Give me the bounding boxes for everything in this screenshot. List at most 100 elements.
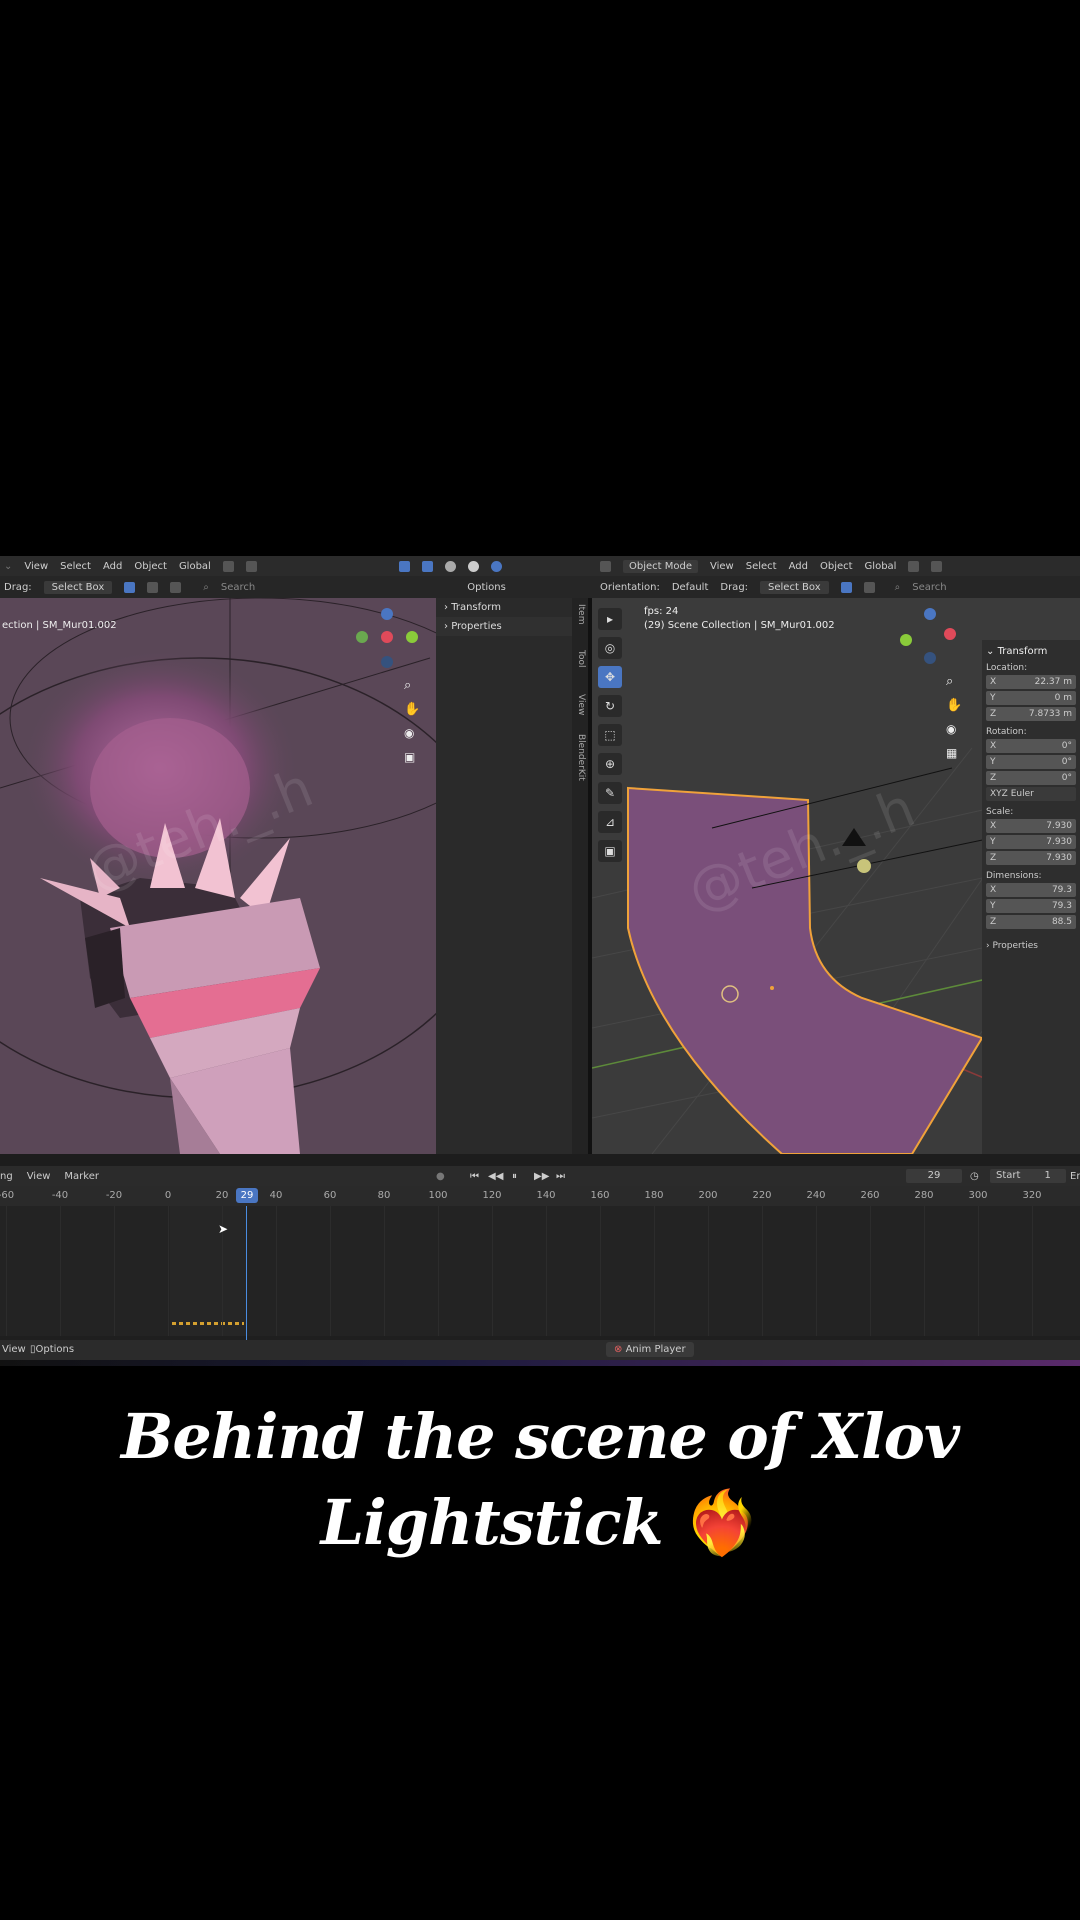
- cursor-tool-icon[interactable]: ◎: [598, 637, 622, 659]
- filter-icon[interactable]: [863, 581, 875, 593]
- filter-icon[interactable]: [147, 581, 159, 593]
- tab-view[interactable]: View: [576, 694, 586, 715]
- move-tool-icon[interactable]: ✥: [598, 666, 622, 688]
- shading-rendered-icon[interactable]: [490, 560, 502, 572]
- search-input[interactable]: Search: [912, 582, 946, 593]
- tab-item[interactable]: Item: [576, 604, 586, 625]
- annotate-tool-icon[interactable]: ✎: [598, 782, 622, 804]
- gizmo-z-icon[interactable]: [381, 608, 393, 620]
- gizmo-y-neg-icon[interactable]: [356, 631, 368, 643]
- rotation-mode-dropdown[interactable]: XYZ Euler: [986, 787, 1076, 801]
- tab-tool[interactable]: Tool: [576, 650, 586, 667]
- grid-icon[interactable]: ▦: [946, 746, 957, 760]
- keyframe-area[interactable]: [0, 1206, 1080, 1336]
- transform-orientation-dropdown[interactable]: Global: [179, 561, 211, 572]
- rotation-x-field[interactable]: X 0°: [986, 739, 1076, 753]
- orientation-dropdown[interactable]: Default: [672, 582, 709, 593]
- camera-icon[interactable]: ◉: [946, 722, 956, 736]
- pause-icon[interactable]: ⏸: [512, 1171, 517, 1182]
- overlay-toggle-icon[interactable]: [421, 560, 433, 572]
- scale-tool-icon[interactable]: ⬚: [598, 724, 622, 746]
- panel-properties[interactable]: › Properties: [436, 617, 576, 636]
- drag-select-box-dropdown[interactable]: Select Box: [43, 580, 113, 594]
- menu-select[interactable]: Select: [60, 561, 91, 572]
- pan-hand-icon[interactable]: ✋: [946, 698, 962, 713]
- step-back-icon[interactable]: ◀◀: [488, 1171, 503, 1182]
- start-frame-field[interactable]: Start 1: [990, 1169, 1066, 1183]
- gizmo-x-icon[interactable]: [381, 631, 393, 643]
- add-cube-tool-icon[interactable]: ▣: [598, 840, 622, 862]
- scale-x-field[interactable]: X 7.930: [986, 819, 1076, 833]
- panel-transform[interactable]: › Transform: [436, 598, 576, 617]
- rotation-z-field[interactable]: Z 0°: [986, 771, 1076, 785]
- menu-add[interactable]: Add: [789, 561, 808, 572]
- end-frame-field[interactable]: En: [1070, 1171, 1080, 1182]
- status-options[interactable]: ▯Options: [30, 1344, 74, 1355]
- pan-hand-icon[interactable]: ✋: [404, 702, 420, 717]
- dimensions-z-field[interactable]: Z 88.5: [986, 915, 1076, 929]
- drag-select-box-dropdown[interactable]: Select Box: [760, 580, 829, 594]
- step-forward-icon[interactable]: ▶▶: [534, 1171, 549, 1182]
- snap-icon[interactable]: [222, 560, 234, 572]
- gizmo-y-icon[interactable]: [900, 634, 912, 646]
- location-y-field[interactable]: Y0 m: [986, 691, 1076, 705]
- gizmo-toggle-icon[interactable]: [398, 560, 410, 572]
- zoom-icon[interactable]: ⌕: [404, 678, 411, 693]
- playhead-line[interactable]: [246, 1206, 247, 1340]
- playhead-frame[interactable]: 29: [236, 1188, 258, 1203]
- editor-type-icon[interactable]: [600, 560, 611, 572]
- gizmo-z-icon[interactable]: [924, 608, 936, 620]
- options-button[interactable]: Options: [467, 582, 506, 593]
- frame-ruler[interactable]: -60 -40 -20 0 20 40 60 80 100 120 140 160 180 200 220 2…: [0, 1186, 1080, 1206]
- select-mode-icon[interactable]: [840, 581, 852, 593]
- jump-start-icon[interactable]: ⏮: [470, 1171, 479, 1182]
- dimensions-x-field[interactable]: X 79.3: [986, 883, 1076, 897]
- gizmo-x-icon[interactable]: [944, 628, 956, 640]
- shading-solid-icon[interactable]: [444, 560, 456, 572]
- transform-tool-icon[interactable]: ⊕: [598, 753, 622, 775]
- transform-title[interactable]: ⌄ Transform: [986, 646, 1076, 657]
- select-mode-icon[interactable]: [124, 581, 136, 593]
- proportional-icon[interactable]: [931, 560, 943, 572]
- timeline-menu-playback[interactable]: ng: [0, 1171, 13, 1182]
- mode-dropdown[interactable]: Object Mode: [623, 559, 698, 573]
- gizmo-z-neg-icon[interactable]: [381, 656, 393, 668]
- current-frame-field[interactable]: 29: [906, 1169, 962, 1183]
- camera-icon[interactable]: ◉: [404, 726, 414, 740]
- gizmo-z-neg-icon[interactable]: [924, 652, 936, 664]
- timeline-menu-marker[interactable]: Marker: [64, 1171, 99, 1182]
- lock-icon[interactable]: ▣: [404, 750, 415, 764]
- dropdown-icon[interactable]: ⌄: [4, 561, 12, 572]
- menu-object[interactable]: Object: [134, 561, 167, 572]
- scale-y-field[interactable]: Y 7.930: [986, 835, 1076, 849]
- record-icon[interactable]: ●: [436, 1171, 445, 1182]
- proportional-icon[interactable]: [245, 560, 257, 572]
- scale-z-field[interactable]: Z 7.930: [986, 851, 1076, 865]
- properties-subpanel[interactable]: › Properties: [986, 941, 1076, 951]
- shading-material-icon[interactable]: [467, 560, 479, 572]
- timeline-menu-view[interactable]: View: [27, 1171, 51, 1182]
- menu-view[interactable]: View: [710, 561, 734, 572]
- right-viewport[interactable]: ▸ ◎ ✥ ↻ ⬚ ⊕ ✎ ⊿ ▣ fps: 24 (29) Scene Col…: [592, 598, 1080, 1154]
- select-tool-icon[interactable]: ▸: [598, 608, 622, 630]
- area-divider[interactable]: [588, 598, 592, 1154]
- status-view[interactable]: View: [2, 1344, 26, 1355]
- rotation-y-field[interactable]: Y 0°: [986, 755, 1076, 769]
- gizmo-y-icon[interactable]: [406, 631, 418, 643]
- menu-select[interactable]: Select: [746, 561, 777, 572]
- tab-blenderkit[interactable]: BlenderKit: [576, 734, 586, 781]
- search-input[interactable]: Search: [221, 582, 255, 593]
- rotate-tool-icon[interactable]: ↻: [598, 695, 622, 717]
- close-icon[interactable]: ⊗: [614, 1344, 622, 1355]
- zoom-icon[interactable]: ⌕: [946, 674, 953, 689]
- anim-player-button[interactable]: ⊗ Anim Player: [606, 1342, 694, 1357]
- dimensions-y-field[interactable]: Y 79.3: [986, 899, 1076, 913]
- jump-end-icon[interactable]: ⏭: [556, 1171, 565, 1182]
- filter-icon-2[interactable]: [170, 581, 182, 593]
- transform-orientation-dropdown[interactable]: Global: [865, 561, 897, 572]
- menu-object[interactable]: Object: [820, 561, 853, 572]
- location-z-field[interactable]: Z 7.8733 m: [986, 707, 1076, 721]
- menu-add[interactable]: Add: [103, 561, 122, 572]
- menu-view[interactable]: View: [24, 561, 48, 572]
- location-x-field[interactable]: X 22.37 m: [986, 675, 1076, 689]
